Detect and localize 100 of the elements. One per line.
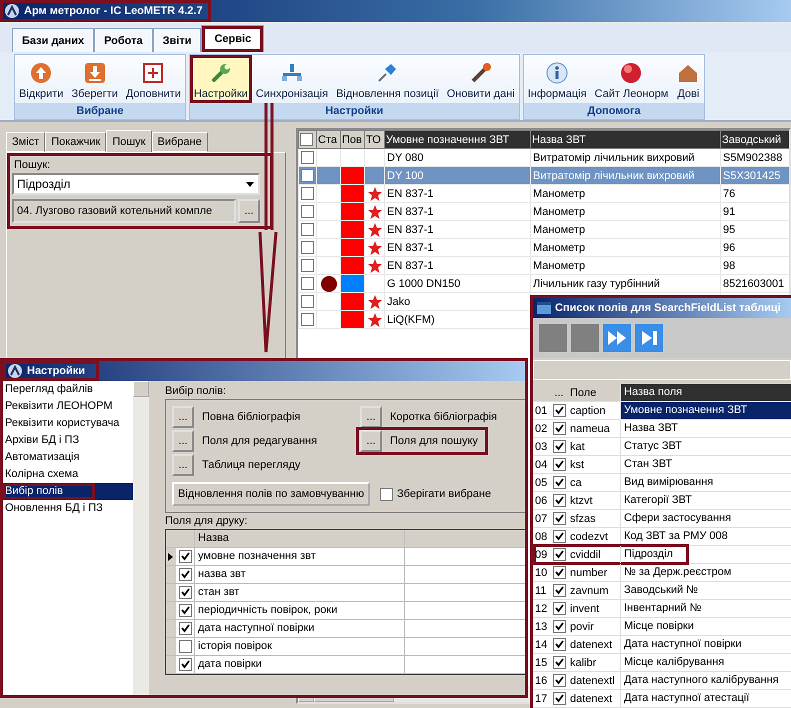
checkbox[interactable] xyxy=(178,622,192,635)
checkbox[interactable] xyxy=(301,259,314,272)
nav-item[interactable]: Архіви БД і ПЗ xyxy=(3,432,133,449)
ribbon-tab[interactable]: Звіти xyxy=(152,28,202,52)
checkbox[interactable] xyxy=(552,440,566,453)
ribbon-tab[interactable]: Робота xyxy=(94,28,153,52)
nav-item[interactable]: Перегляд файлів xyxy=(3,381,133,398)
checkbox[interactable] xyxy=(178,550,192,563)
nav-item[interactable]: Реквізити ЛЕОНОРМ xyxy=(3,398,133,415)
checkbox[interactable] xyxy=(552,620,566,633)
ribbon-button[interactable]: Дові xyxy=(672,55,704,103)
last-button[interactable] xyxy=(635,324,663,352)
checkbox[interactable] xyxy=(552,602,566,615)
table-cell: дата повірки xyxy=(194,656,405,673)
browse-button[interactable]: ... xyxy=(238,199,260,223)
nav-item[interactable]: Оновлення БД і ПЗ xyxy=(3,500,133,517)
table-cell: Умовне позначення ЗВТ xyxy=(620,402,791,419)
browse-button[interactable]: ... xyxy=(172,454,194,476)
checkbox[interactable] xyxy=(178,640,192,653)
reset-button[interactable]: Відновлення полів по замовчуванню xyxy=(172,482,370,506)
group-label: Вибране xyxy=(15,103,185,119)
ribbon-button[interactable]: Сайт Леонорм xyxy=(590,55,672,103)
checkbox[interactable] xyxy=(552,548,566,561)
checkbox[interactable] xyxy=(380,488,393,500)
checkbox[interactable] xyxy=(301,151,314,164)
checkbox[interactable] xyxy=(552,512,566,525)
ribbon-button[interactable]: Інформація xyxy=(524,55,591,103)
checkbox[interactable] xyxy=(552,458,566,471)
table-cell: G 1000 DN150 xyxy=(384,274,530,292)
checkbox[interactable] xyxy=(178,586,192,599)
checkbox[interactable] xyxy=(178,568,192,581)
ribbon-button[interactable]: Відновлення позиції xyxy=(332,55,443,103)
table-cell: Вид вимірювання xyxy=(620,474,791,491)
checkbox[interactable] xyxy=(552,476,566,489)
checkbox[interactable] xyxy=(301,313,314,326)
checkbox[interactable] xyxy=(301,223,314,236)
checkbox[interactable] xyxy=(552,566,566,579)
ribbon-button[interactable]: Оновити дані xyxy=(442,55,519,103)
checkbox[interactable] xyxy=(301,205,314,218)
side-tab[interactable]: Покажчик xyxy=(45,132,106,152)
nav-item[interactable]: Автоматизація xyxy=(3,449,133,466)
ribbon-button[interactable]: Відкрити xyxy=(15,55,68,103)
checkbox[interactable] xyxy=(552,584,566,597)
search-label: Пошук: xyxy=(14,159,52,171)
group-label: Настройки xyxy=(190,103,519,119)
nav-item[interactable]: Реквізити користувача xyxy=(3,415,133,432)
column-header[interactable]: Заводський xyxy=(720,130,789,148)
nav-item[interactable]: Вибір полів xyxy=(3,483,133,500)
checkbox[interactable] xyxy=(552,638,566,651)
ribbon-tab[interactable]: Сервіс xyxy=(201,25,264,52)
column-header[interactable]: Ста xyxy=(316,130,340,148)
checkbox[interactable] xyxy=(301,241,314,254)
search-field[interactable]: 04. Лузгово газовий котельний компле xyxy=(12,199,236,223)
vertical-scrollbar[interactable] xyxy=(133,381,149,695)
checkbox[interactable] xyxy=(178,658,192,671)
checkbox[interactable] xyxy=(301,169,314,182)
checkbox[interactable] xyxy=(552,656,566,669)
checkbox[interactable] xyxy=(552,692,566,705)
search-combo[interactable]: Підрозділ xyxy=(12,173,260,195)
table-cell-text: number xyxy=(569,566,608,578)
ribbon-button[interactable]: Доповнити xyxy=(122,55,185,103)
checkbox[interactable] xyxy=(301,295,314,308)
table-cell-text: kst xyxy=(569,458,586,470)
row-header[interactable] xyxy=(166,548,176,565)
dialog-title: Настройки xyxy=(27,365,86,377)
table-cell: Манометр xyxy=(530,220,720,238)
table-cell: EN 837-1 xyxy=(384,220,530,238)
column-header[interactable]: Поле xyxy=(567,386,620,398)
browse-button[interactable]: ... xyxy=(360,406,382,428)
column-header[interactable]: ТО xyxy=(364,130,384,148)
column-header[interactable]: ... xyxy=(551,386,567,398)
checkbox[interactable] xyxy=(301,187,314,200)
row-number: 10 xyxy=(534,566,548,578)
nav-item[interactable]: Колірна схема xyxy=(3,466,133,483)
checkbox[interactable] xyxy=(552,422,566,435)
checkbox[interactable] xyxy=(300,133,313,146)
checkbox[interactable] xyxy=(552,494,566,507)
side-tab[interactable]: Пошук xyxy=(106,130,152,152)
fast-forward-button[interactable] xyxy=(603,324,631,352)
row-number: 15 xyxy=(534,656,548,668)
column-header[interactable]: Пов xyxy=(340,130,364,148)
column-header[interactable]: Умовне позначення ЗВТ xyxy=(384,130,530,148)
browse-button[interactable]: ... xyxy=(172,406,194,428)
column-header[interactable]: Назва ЗВТ xyxy=(530,130,720,148)
ribbon-tab[interactable]: Бази даних xyxy=(12,28,94,52)
column-header[interactable]: Назва поля xyxy=(620,384,791,401)
table-cell: Підрозділ xyxy=(620,546,791,563)
ribbon-button[interactable]: Синхронізація xyxy=(252,55,332,103)
ribbon-button[interactable]: Зберегти xyxy=(67,55,122,103)
ribbon-button[interactable]: Настройки xyxy=(190,55,252,103)
side-tab[interactable]: Зміст xyxy=(6,132,46,152)
browse-button[interactable]: ... xyxy=(172,430,194,452)
checkbox[interactable] xyxy=(552,674,566,687)
checkbox[interactable] xyxy=(552,530,566,543)
row-number: 13 xyxy=(534,620,548,632)
checkbox[interactable] xyxy=(178,604,192,617)
checkbox[interactable] xyxy=(301,277,314,290)
side-tab[interactable]: Вибране xyxy=(152,132,208,152)
checkbox[interactable] xyxy=(552,404,566,417)
browse-button[interactable]: ... xyxy=(360,430,382,452)
